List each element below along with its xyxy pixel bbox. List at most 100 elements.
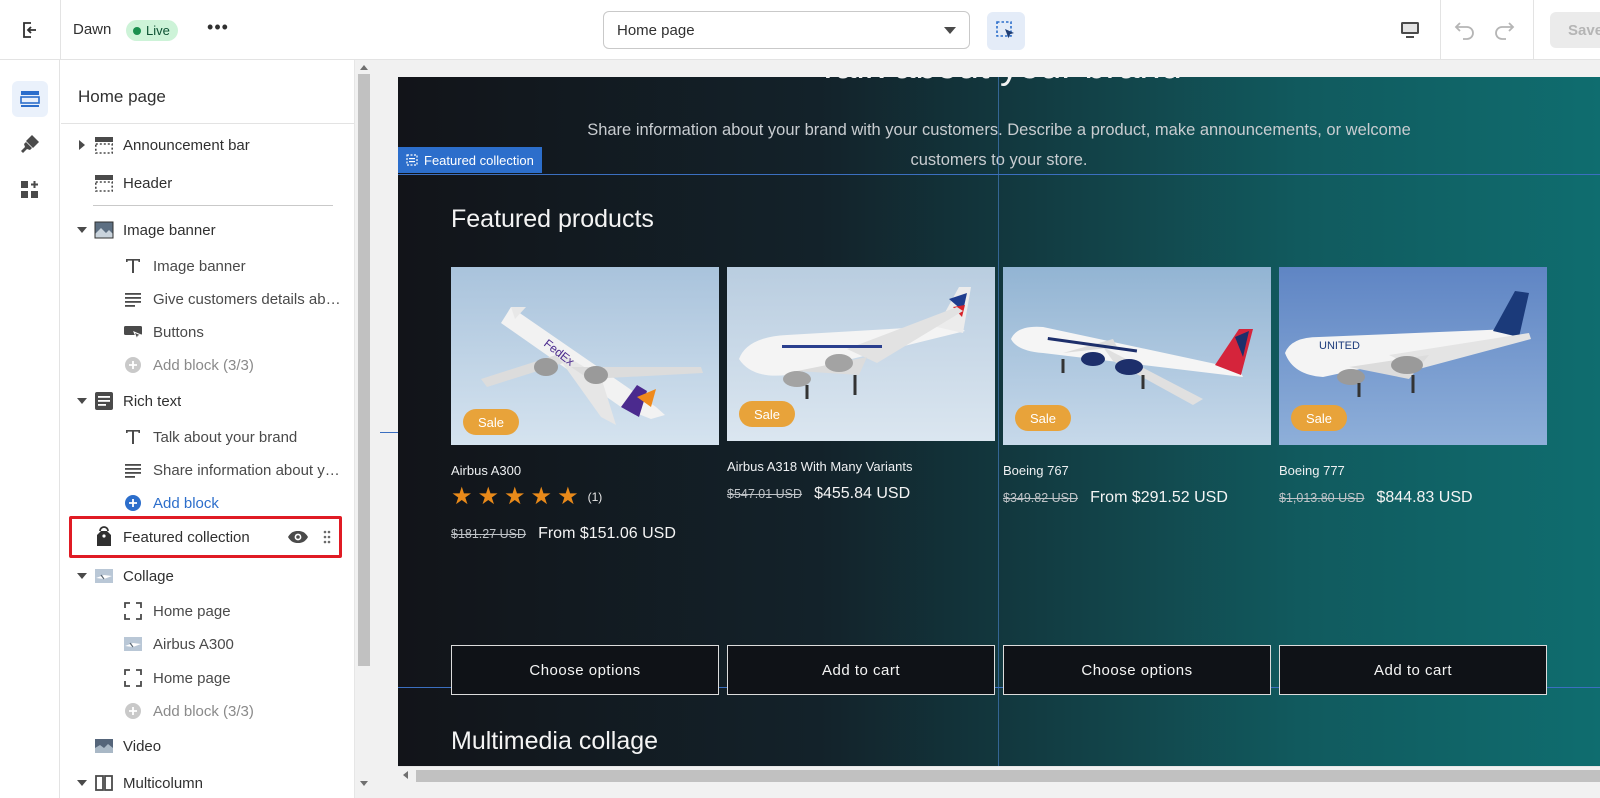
product-price: $181.27 USD From $151.06 USD [451,525,676,543]
product-card[interactable]: Sale Airbus A318 With Many Variants $547… [727,267,995,695]
undo-icon[interactable] [1452,17,1478,43]
sidebar-item-announcement-bar[interactable]: Announcement bar [61,130,363,160]
live-dot-icon [133,26,141,35]
rich-text-heading[interactable]: Talk about your brand [398,77,1600,88]
block-item-collage-home-page-2[interactable]: Home page [61,663,363,693]
sale-badge: Sale [1015,405,1072,431]
product-image[interactable]: UNITED Sale [1279,267,1547,445]
scroll-left-icon[interactable] [403,771,408,779]
divider [61,123,363,124]
block-item-collage-home-page[interactable]: Home page [61,596,363,626]
desktop-view-button[interactable] [1396,17,1424,43]
featured-collection-section-label[interactable]: Featured collection [398,147,542,173]
store-preview[interactable]: Talk about your brand Share information … [398,77,1600,766]
block-item-label: Airbus A300 [153,635,234,653]
product-name[interactable]: Boeing 767 [1003,463,1069,478]
redo-icon[interactable] [1491,17,1517,43]
add-circle-icon [123,493,143,513]
block-item-rich-text-heading[interactable]: Talk about your brand [61,422,363,452]
product-image[interactable]: Sale [1003,267,1271,445]
inspector-toggle-button[interactable] [987,12,1025,50]
block-item-image-banner-heading[interactable]: Image banner [61,251,363,281]
sidebar-title: Home page [78,87,166,106]
live-label: Live [146,23,170,38]
sidebar-item-rich-text[interactable]: Rich text [61,386,363,416]
sale-price: From $291.52 USD [1090,489,1228,506]
product-card[interactable]: Sale Boeing 767 $349.82 USD From $291.52… [1003,267,1271,695]
save-button[interactable]: Save [1550,12,1600,48]
collapse-arrow-icon[interactable] [77,571,87,581]
compare-at-price: $181.27 USD [451,527,527,541]
rich-text-icon [94,391,114,411]
exit-button[interactable] [14,16,46,44]
collapse-arrow-icon[interactable] [77,396,87,406]
add-block-button-disabled[interactable]: Add block (3/3) [61,350,363,380]
add-block-button[interactable]: Add block [61,488,363,518]
image-banner-icon [94,220,114,240]
add-circle-icon [123,701,143,721]
sidebar-item-label: Collage [123,567,174,585]
paragraph-icon [123,289,143,309]
product-name[interactable]: Boeing 777 [1279,463,1345,478]
apps-tab[interactable] [12,172,48,208]
product-name[interactable]: Airbus A300 [451,463,521,478]
sections-icon [20,91,40,107]
frame-icon [123,601,143,621]
buttons-icon [123,322,143,342]
product-rating: ★ ★ ★ ★ ★ (1) [451,485,602,509]
star-icon: ★ [451,483,473,510]
sections-tab[interactable] [12,81,48,117]
block-item-collage-product[interactable]: Airbus A300 [61,629,363,659]
page-selector[interactable]: Home page [603,11,970,49]
add-block-button-disabled[interactable]: Add block (3/3) [61,696,363,726]
preview-horizontal-scrollbar[interactable] [398,766,1600,784]
chevron-down-icon [944,26,956,34]
sidebar-item-featured-collection[interactable]: Featured collection [61,522,363,552]
choose-options-button[interactable]: Choose options [1003,645,1271,695]
product-name[interactable]: Airbus A318 With Many Variants [727,459,912,474]
add-circle-icon [123,355,143,375]
choose-options-button[interactable]: Choose options [451,645,719,695]
scroll-up-icon[interactable] [360,65,368,70]
featured-products-heading[interactable]: Featured products [451,205,654,234]
add-to-cart-button[interactable]: Add to cart [1279,645,1547,695]
more-actions-button[interactable]: ••• [206,18,230,42]
block-item-buttons[interactable]: Buttons [61,317,363,347]
page-selector-value: Home page [617,21,695,39]
add-to-cart-button[interactable]: Add to cart [727,645,995,695]
multimedia-collage-heading[interactable]: Multimedia collage [451,727,658,756]
sidebar-item-label: Featured collection [123,528,250,546]
block-item-rich-text-paragraph[interactable]: Share information about your brand with … [61,455,363,485]
block-item-label: Buttons [153,323,204,341]
collapse-arrow-icon[interactable] [77,778,87,788]
sidebar-item-video[interactable]: Video [61,731,363,761]
expand-arrow-icon[interactable] [77,140,87,150]
scrollbar-thumb[interactable] [358,74,370,666]
sidebar-scrollbar[interactable] [354,60,372,798]
block-item-label: Share information about your brand with … [153,461,343,479]
theme-settings-tab[interactable] [12,126,48,162]
product-card[interactable]: FedEx Sale Airbus A300 ★ ★ ★ ★ ★ (1) $18… [451,267,719,695]
rich-text-paragraph[interactable]: Share information about your brand with … [584,115,1414,175]
apps-icon [21,181,38,198]
sidebar-item-collage[interactable]: Collage [61,561,363,591]
section-label-text: Featured collection [424,152,534,168]
sidebar-item-header[interactable]: Header [61,168,363,198]
drag-handle-icon[interactable] [323,530,331,544]
product-card[interactable]: UNITED Sale Boeing 777 $1,013.80 USD $84… [1279,267,1547,695]
product-image[interactable]: FedEx Sale [451,267,719,445]
product-image[interactable]: Sale [727,267,995,441]
sidebar-item-image-banner[interactable]: Image banner [61,215,363,245]
editor-icon-rail [0,60,60,798]
star-icon: ★ [477,483,500,510]
product-price: $547.01 USD $455.84 USD [727,485,910,503]
video-icon [94,736,114,756]
paint-brush-icon [21,135,39,153]
block-item-image-banner-text[interactable]: Give customers details about the banner … [61,284,363,314]
eye-icon[interactable] [287,530,309,544]
scrollbar-thumb[interactable] [416,770,1600,782]
sidebar-item-multicolumn[interactable]: Multicolumn [61,768,363,798]
collapse-arrow-icon[interactable] [77,225,87,235]
tag-icon [94,526,114,547]
scroll-down-icon[interactable] [360,781,368,786]
